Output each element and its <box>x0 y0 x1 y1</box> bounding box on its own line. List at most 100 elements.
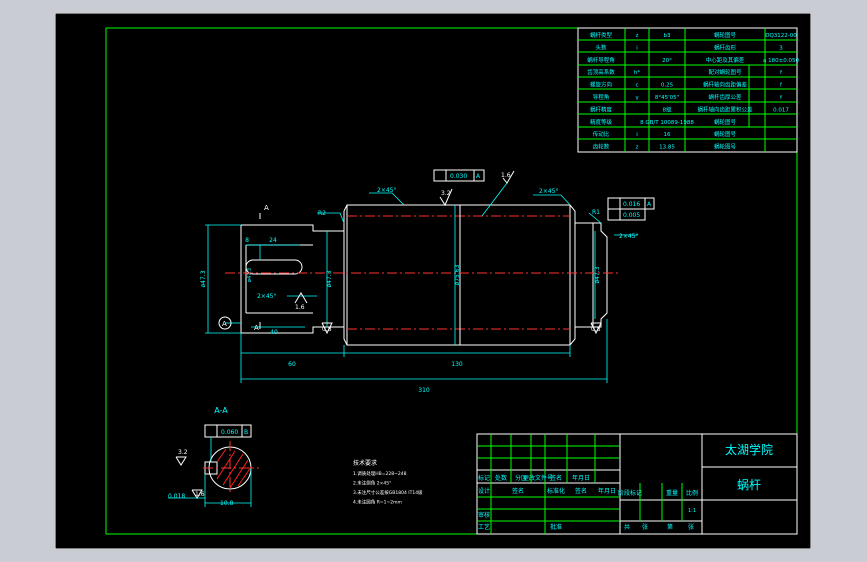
notes-line: 4.未注圆角 R=1~2mm <box>353 499 402 506</box>
datum-circle-label: A <box>222 320 227 328</box>
titleblock-sheet-cell: 第 <box>667 523 673 531</box>
roughness-value-1: 3.2 <box>441 190 451 197</box>
dim-dia-keyway: ø47.3 <box>247 268 253 282</box>
titleblock-design-cell: 标准化 <box>547 487 565 495</box>
section-tolerance-datum: B <box>244 429 248 436</box>
titleblock-approve: 批准 <box>550 523 562 531</box>
title-school: 太湖学院 <box>725 442 773 457</box>
tolerance-value-3: 0.005 <box>623 212 640 219</box>
param-cell: 齿轮数 <box>593 143 610 151</box>
dim-8: 8 <box>245 237 249 244</box>
titleblock-header-cell: 处数 <box>495 474 507 482</box>
roughness-value-4: 0.8 <box>591 326 601 333</box>
titleblock-stage-cell: 重量 <box>666 489 678 497</box>
param-cell: 0.017 <box>773 107 789 113</box>
notes-title: 技术要求 <box>353 459 377 467</box>
param-cell: 蜗杆齿厚公差 <box>708 93 742 101</box>
dim-24: 24 <box>269 237 277 244</box>
section-tolerance-value: 0.060 <box>221 429 238 436</box>
titleblock-scale: 1:1 <box>688 508 696 514</box>
param-cell: a 180±0.050 <box>763 58 799 64</box>
param-cell: 13.85 <box>659 145 675 151</box>
param-cell: b3 <box>664 33 671 39</box>
param-cell: 0.25 <box>661 83 674 89</box>
param-cell: z <box>636 33 639 39</box>
titleblock-check: 审核 <box>478 511 490 519</box>
titleblock-sheet-cell: 共 <box>624 523 630 531</box>
roughness-value-5: 1.6 <box>295 304 305 311</box>
param-cell: h* <box>634 70 640 76</box>
param-cell: 8°45'05" <box>655 95 679 101</box>
dim-dia-worm: ø75.63 <box>454 264 461 285</box>
section-cut-label-bottom: A <box>254 324 259 332</box>
section-dim-tolerance: 0.018 <box>168 493 185 500</box>
radius-label-1: R2 <box>318 210 326 217</box>
param-cell: c <box>635 83 638 89</box>
param-cell: 蜗杆类型 <box>590 31 613 39</box>
param-cell: 蜗杆轴向齿距偏差 <box>703 81 748 89</box>
param-cell: 8 GB/T 10089-1988 <box>640 120 694 126</box>
param-cell: DQ3122-00 <box>765 33 797 39</box>
section-dim-width: 10.8 <box>220 500 234 507</box>
param-cell: 蜗杆导程角 <box>587 56 615 64</box>
param-cell: 精度等级 <box>590 118 613 126</box>
dim-40: 40 <box>270 329 278 336</box>
param-cell: 配对蜗轮图号 <box>708 68 742 76</box>
notes-line: 1.调质处理HB=228~248 <box>353 470 407 477</box>
param-cell: 蜗轮图号 <box>714 143 737 151</box>
titleblock-header-cell: 标记 <box>478 474 490 482</box>
drawing-sheet: 蜗杆类型 z b3 蜗轮图号 DQ3122-00 头数 i 蜗杆齿形 3 蜗杆导程角 20° 中心距及… <box>55 13 811 549</box>
param-cell: 蜗轮图号 <box>714 31 737 39</box>
titleblock-stage-cell: 阶段标记 <box>618 489 642 497</box>
param-cell: 导程角 <box>593 93 610 101</box>
param-cell: z <box>636 145 639 151</box>
param-cell: 螺旋方向 <box>590 81 612 89</box>
dim-310: 310 <box>418 387 430 394</box>
titleblock-stage-cell: 比例 <box>686 489 698 497</box>
param-cell: 蜗轮图号 <box>714 130 737 138</box>
titleblock-design-cell: 年月日 <box>598 487 616 495</box>
sheet-outer-border <box>55 13 811 549</box>
param-cell: 齿顶高系数 <box>587 68 615 76</box>
dim-dia-mid: ø47.3 <box>326 270 333 287</box>
param-cell: 传动比 <box>593 130 610 138</box>
titleblock-header-cell: 签名 <box>550 474 562 482</box>
chamfer-label-3: 2×45° <box>257 293 276 300</box>
chamfer-label-2: 2×45° <box>539 188 558 195</box>
radius-label-2: R1 <box>592 209 600 216</box>
chamfer-label-1: 2×45° <box>377 187 396 194</box>
chamfer-label-4: 2×45° <box>619 233 638 240</box>
dim-60: 60 <box>288 361 296 368</box>
tolerance-value-1: 0.030 <box>450 173 467 180</box>
titleblock-header-cell: 更改文件号 <box>523 474 553 482</box>
param-cell: 中心距及其偏差 <box>706 56 745 64</box>
roughness-value-2: 1.6 <box>501 172 511 179</box>
titleblock-design-cell: 签名 <box>512 487 524 495</box>
titleblock-sheet-cell: 张 <box>688 523 694 531</box>
param-cell: 蜗杆轴向齿距累积公差 <box>697 105 753 113</box>
param-cell: 8级 <box>663 105 672 113</box>
titleblock-header-cell: 年月日 <box>572 474 590 482</box>
dim-dia-left: ø47.3 <box>200 270 207 287</box>
titleblock-process: 工艺 <box>478 523 490 531</box>
param-cell: 头数 <box>595 43 607 51</box>
section-roughness-1: 3.2 <box>178 449 188 456</box>
tolerance-value-2: 0.016 <box>623 201 640 208</box>
titleblock-design-cell: 设计 <box>478 487 490 495</box>
param-cell: 20° <box>662 58 672 64</box>
cad-drawing: 蜗杆类型 z b3 蜗轮图号 DQ3122-00头数 i 蜗杆齿形 3蜗杆导程角 20° 中心距及… <box>55 13 811 549</box>
dim-130: 130 <box>451 361 463 368</box>
titleblock-sheet-cell: 张 <box>642 523 648 531</box>
param-cell: 蜗轮图号 <box>714 118 737 126</box>
roughness-value-3: 0.8 <box>322 326 332 333</box>
section-cut-label-top: A <box>264 204 269 212</box>
section-title: A-A <box>214 406 228 415</box>
param-cell: 3 <box>779 45 783 51</box>
section-roughness-2: 1.6 <box>195 491 205 498</box>
title-part-name: 蜗杆 <box>737 477 761 492</box>
param-cell: 蜗杆精度 <box>590 105 613 113</box>
param-cell: 16 <box>664 132 671 138</box>
notes-line: 2.未注倒角 2×45° <box>353 480 391 487</box>
titleblock-design-cell: 签名 <box>575 487 587 495</box>
dim-dia-right: ø47.3 <box>594 266 601 283</box>
